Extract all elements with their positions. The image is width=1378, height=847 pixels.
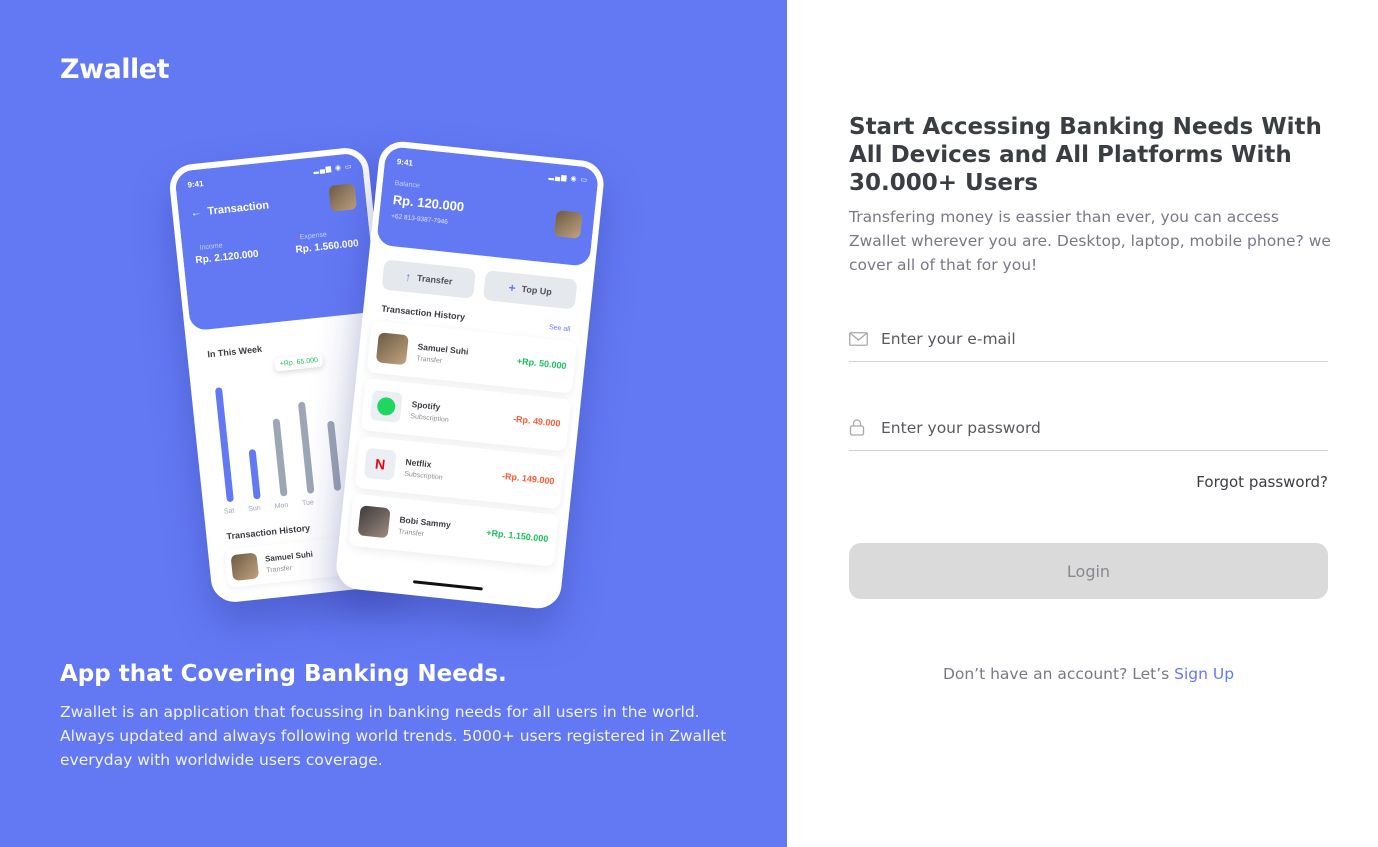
- phone-header: 9:41 ▂▄▆ ◉ ▭ ← Transaction ↓ Income Rp. …: [174, 152, 378, 332]
- item-name: Samuel Suhi: [264, 549, 314, 564]
- phone-mockup-home: 9:41 ▂▄▆ ◉ ▭ Balance Rp. 120.000 +62 813…: [334, 139, 606, 611]
- avatar: [328, 183, 358, 212]
- email-field: [849, 316, 1328, 362]
- home-indicator: [412, 580, 483, 591]
- income-block: ↓ Income Rp. 2.120.000: [193, 239, 260, 267]
- signup-prompt-text: Don’t have an account? Let’s: [942, 665, 1175, 683]
- page-title: Start Accessing Banking Needs With All D…: [849, 114, 1322, 196]
- left-panel: Zwallet 9:41 ▂▄▆ ◉ ▭ ← Transaction ↓ Inc…: [0, 0, 787, 847]
- left-description: Zwallet is an application that focussing…: [60, 703, 727, 769]
- tx-name: Bobi Sammy: [399, 513, 452, 530]
- spotify-icon: [369, 389, 403, 423]
- tx-type: Transfer: [397, 527, 425, 538]
- bar-sat: [214, 387, 234, 503]
- screen-title-text: Transaction: [206, 199, 270, 218]
- arrow-up-icon: ↑: [293, 234, 299, 242]
- tx-type: Subscription: [403, 470, 444, 482]
- brand-logo[interactable]: Zwallet: [60, 54, 169, 85]
- chart-tooltip: +Rp. 65.000: [274, 353, 324, 372]
- password-field: [849, 405, 1328, 451]
- email-input[interactable]: [881, 329, 1311, 348]
- income-expense-row: ↓ Income Rp. 2.120.000 ↑ Expense Rp. 1.5…: [194, 228, 361, 278]
- avatar: [230, 552, 260, 582]
- lock-icon: [849, 419, 869, 436]
- left-title: App that Covering Banking Needs.: [60, 661, 507, 687]
- status-time: 9:41: [396, 157, 414, 168]
- phone-header: 9:41 ▂▄▆ ◉ ▭ Balance Rp. 120.000 +62 813…: [376, 146, 600, 267]
- topup-button: + Top Up: [482, 270, 578, 310]
- page-description: Transfering money is eassier than ever, …: [849, 208, 1331, 274]
- action-buttons: ↑ Transfer + Top Up: [381, 259, 578, 310]
- tx-name: Netflix: [405, 456, 432, 469]
- day-label: Mon: [274, 501, 289, 511]
- tx-type: Subscription: [410, 412, 450, 424]
- avatar: [357, 505, 391, 539]
- day-label: Sun: [247, 504, 262, 514]
- signup-prompt: Don’t have an account? Let’s Sign Up: [849, 665, 1328, 683]
- income-value: Rp. 2.120.000: [194, 248, 260, 267]
- arrow-left-icon: ←: [189, 206, 203, 220]
- mail-icon: [849, 331, 869, 346]
- transfer-button: ↑ Transfer: [381, 259, 477, 299]
- avatar: [553, 210, 583, 239]
- tx-amount: -Rp. 149.000: [501, 470, 555, 487]
- tx-amount: +Rp. 1.150.000: [485, 527, 549, 545]
- signup-link[interactable]: Sign Up: [1174, 665, 1234, 683]
- password-input[interactable]: [881, 418, 1311, 437]
- login-button[interactable]: Login: [849, 543, 1328, 599]
- tx-amount: -Rp. 49.000: [512, 413, 561, 429]
- history-heading: Transaction History: [380, 303, 466, 323]
- tx-name: Samuel Suhi: [417, 340, 470, 357]
- tx-type: Transfer: [416, 354, 443, 365]
- bar-sun: [248, 449, 261, 500]
- bar-tue: [297, 401, 315, 494]
- avatar: [375, 332, 409, 366]
- tx-name: Spotify: [411, 398, 441, 412]
- arrow-down-icon: ↓: [193, 244, 199, 253]
- item-type: Transfer: [265, 564, 293, 575]
- expense-block: ↑ Expense Rp. 1.560.000: [293, 228, 360, 256]
- see-all-link: See all: [548, 324, 571, 334]
- day-label: Tue: [301, 499, 315, 508]
- week-label: In This Week: [206, 343, 263, 360]
- bar-mon: [272, 418, 288, 497]
- arrow-up-icon: ↑: [404, 269, 412, 285]
- forgot-password-link[interactable]: Forgot password?: [1196, 473, 1328, 491]
- expense-value: Rp. 1.560.000: [295, 238, 360, 256]
- plus-icon: +: [507, 280, 517, 296]
- netflix-icon: N: [363, 447, 397, 481]
- bar-wed: [327, 420, 342, 491]
- tx-amount: +Rp. 50.000: [516, 355, 567, 372]
- day-label: Sat: [223, 507, 235, 516]
